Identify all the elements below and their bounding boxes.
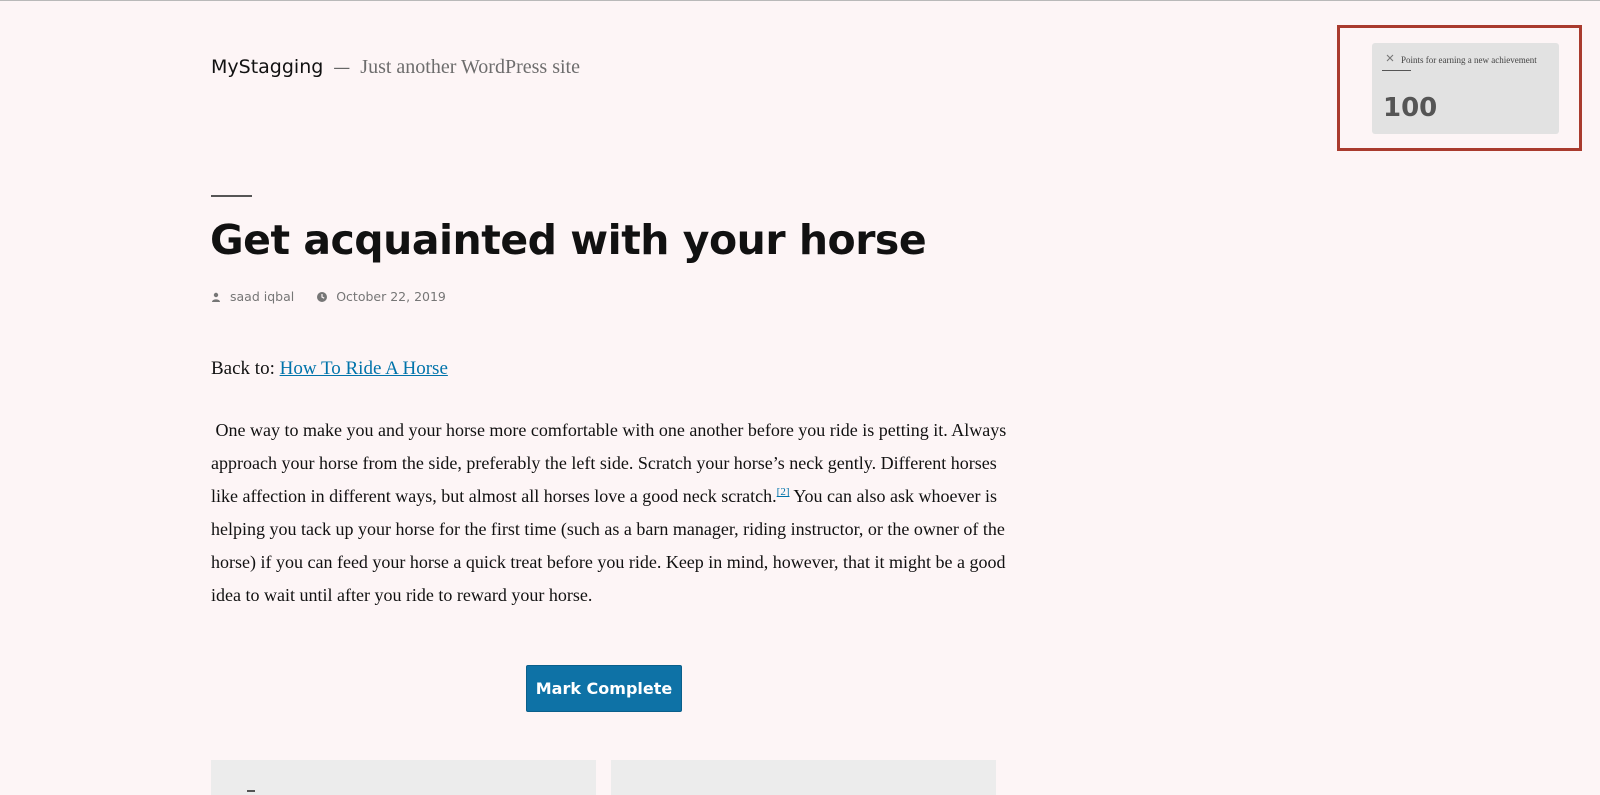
title-divider	[211, 195, 252, 197]
site-branding: MyStagging — Just another WordPress site	[211, 56, 580, 79]
notification-text: Points for earning a new achievement	[1401, 55, 1537, 65]
person-icon	[212, 292, 220, 302]
next-lesson-nav[interactable]	[611, 760, 996, 795]
top-border	[0, 0, 1600, 1]
footnote-link[interactable]: [2]	[777, 486, 790, 498]
notification-divider	[1382, 70, 1411, 71]
notification-points: 100	[1383, 93, 1438, 123]
post-author-link[interactable]: saad iqbal	[230, 289, 294, 304]
arrow-left-icon	[247, 790, 255, 792]
back-to-label: Back to:	[211, 358, 280, 379]
close-icon[interactable]	[1385, 53, 1395, 63]
back-to-line: Back to: How To Ride A Horse	[211, 358, 448, 380]
mark-complete-button[interactable]: Mark Complete	[526, 665, 682, 712]
achievement-notification: Points for earning a new achievement 100	[1372, 43, 1559, 134]
site-title-separator: —	[333, 58, 351, 78]
post-date: October 22, 2019	[317, 289, 446, 304]
clock-icon	[317, 291, 328, 302]
previous-lesson-nav[interactable]	[211, 760, 596, 795]
site-tagline: Just another WordPress site	[360, 56, 580, 78]
post-author: saad iqbal	[211, 289, 294, 304]
post-date-link[interactable]: October 22, 2019	[336, 289, 446, 304]
post-meta: saad iqbal October 22, 2019	[211, 289, 446, 304]
post-body-paragraph: One way to make you and your horse more …	[211, 414, 1011, 612]
site-title-link[interactable]: MyStagging	[211, 56, 323, 78]
back-to-course-link[interactable]: How To Ride A Horse	[280, 358, 448, 379]
post-title: Get acquainted with your horse	[210, 216, 927, 264]
